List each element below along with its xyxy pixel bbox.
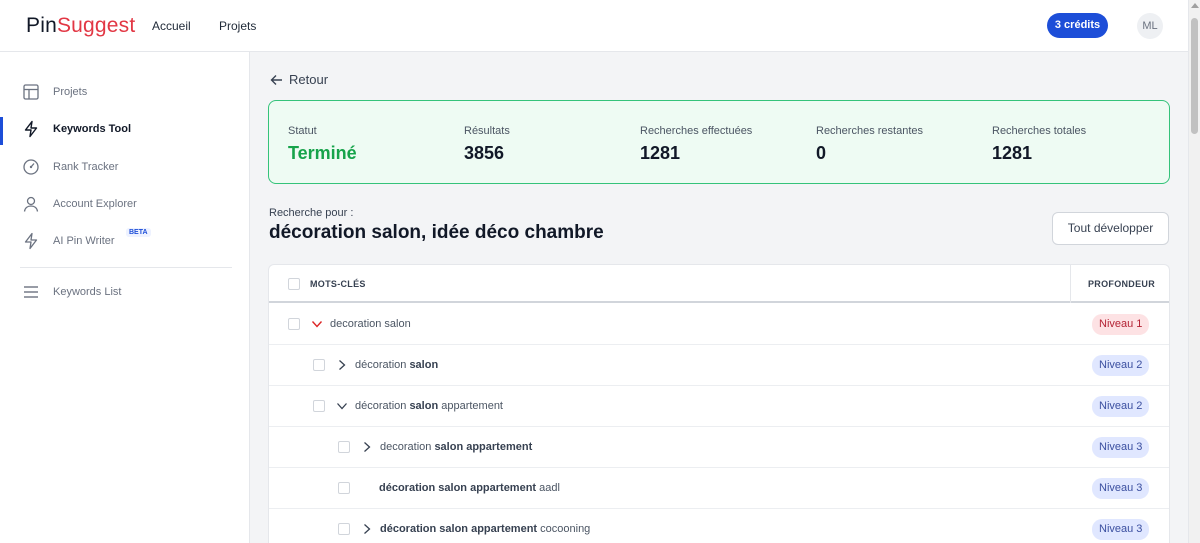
table-row[interactable]: décoration salon appartement Niveau 2 (269, 386, 1169, 427)
stat-label: Recherches effectuées (640, 125, 753, 137)
nav-projects-link[interactable]: Projets (219, 19, 256, 33)
searches-done-value: 1281 (640, 143, 681, 163)
page-scrollbar[interactable] (1188, 0, 1200, 543)
sidebar-divider (20, 267, 232, 268)
chevron-right-icon[interactable] (336, 359, 348, 371)
chevron-down-icon[interactable] (336, 400, 348, 412)
depth-badge: Niveau 1 (1092, 314, 1150, 335)
keyword-text: decoration salon (330, 318, 411, 330)
avatar[interactable]: ML (1137, 13, 1163, 39)
row-checkbox[interactable] (288, 318, 300, 330)
keyword-text: decoration salon appartement (380, 441, 533, 453)
stat-label: Recherches totales (992, 125, 1087, 137)
nav-home-link[interactable]: Accueil (152, 19, 191, 33)
bolt-icon (24, 232, 38, 250)
sidebar-item-label: AI Pin Writer (53, 235, 115, 247)
sidebar-item-ai-pin-writer[interactable]: AI Pin Writer BETA (0, 224, 250, 260)
stat-searches-done: Recherches effectuées 1281 (640, 125, 752, 164)
table-row[interactable]: décoration salon Niveau 2 (269, 345, 1169, 386)
row-checkbox[interactable] (313, 359, 325, 371)
keyword-text: décoration salon appartement cocooning (380, 523, 591, 535)
sidebar-item-keywords-tool[interactable]: Keywords Tool (0, 112, 250, 148)
search-for-label: Recherche pour : (269, 207, 354, 219)
row-checkbox[interactable] (313, 400, 325, 412)
column-divider (1070, 265, 1071, 303)
expand-all-button[interactable]: Tout développer (1052, 212, 1169, 245)
sidebar-item-label: Rank Tracker (53, 161, 119, 173)
keyword-text: décoration salon appartement (355, 400, 503, 412)
depth-badge: Niveau 3 (1092, 519, 1150, 540)
scrollbar-thumb[interactable] (1191, 18, 1198, 134)
depth-badge: Niveau 3 (1092, 437, 1150, 458)
column-header-depth[interactable]: PROFONDEUR (1088, 279, 1155, 289)
stat-searches-total: Recherches totales 1281 (992, 125, 1086, 164)
gauge-icon (23, 159, 39, 175)
depth-badge: Niveau 2 (1092, 355, 1150, 376)
row-checkbox[interactable] (338, 523, 350, 535)
keyword-text: décoration salon (355, 359, 439, 371)
arrow-left-icon (270, 75, 282, 85)
stat-label: Recherches restantes (816, 125, 923, 137)
back-label: Retour (289, 72, 329, 87)
stat-label: Statut (288, 125, 317, 137)
depth-badge: Niveau 3 (1092, 478, 1150, 499)
stats-card: Statut Terminé Résultats 3856 Recherches… (268, 100, 1170, 184)
column-header-keywords[interactable]: MOTS-CLÉS (310, 279, 366, 289)
table-row[interactable]: décoration salon appartement cocooning N… (269, 509, 1169, 543)
user-icon (23, 196, 39, 212)
results-value: 3856 (464, 143, 505, 163)
stat-status: Statut Terminé (288, 125, 357, 164)
table-row[interactable]: decoration salon appartement Niveau 3 (269, 427, 1169, 468)
table-row[interactable]: decoration salon Niveau 1 (269, 304, 1169, 345)
back-link[interactable]: Retour (270, 72, 328, 87)
layout-icon (23, 84, 39, 100)
search-query-title: décoration salon, idée déco chambre (269, 222, 604, 243)
sidebar-item-account-explorer[interactable]: Account Explorer (0, 187, 250, 223)
chevron-right-icon[interactable] (361, 523, 373, 535)
sidebar-item-label: Keywords List (53, 286, 122, 298)
searches-total-value: 1281 (992, 143, 1033, 163)
table-header: MOTS-CLÉS PROFONDEUR (269, 265, 1169, 303)
logo[interactable]: PinSuggest (26, 14, 135, 38)
menu-icon (24, 286, 38, 298)
keyword-text: décoration salon appartement aadl (379, 482, 560, 494)
row-checkbox[interactable] (338, 482, 350, 494)
select-all-checkbox[interactable] (288, 278, 300, 290)
row-checkbox[interactable] (338, 441, 350, 453)
chevron-down-icon[interactable] (311, 318, 323, 330)
beta-badge: BETA (126, 228, 151, 237)
sidebar-item-label: Keywords Tool (53, 123, 132, 135)
credits-button[interactable]: 3 crédits (1047, 13, 1108, 38)
searches-remaining-value: 0 (816, 143, 827, 163)
top-bar: PinSuggest Accueil Projets 3 crédits ML (0, 0, 1188, 52)
chevron-right-icon[interactable] (361, 441, 373, 453)
table-row[interactable]: décoration salon appartement aadl Niveau… (269, 468, 1169, 509)
sidebar: Projets Keywords Tool Rank Tracker Accou… (0, 52, 250, 543)
sidebar-item-rank-tracker[interactable]: Rank Tracker (0, 150, 250, 186)
bolt-icon (24, 120, 38, 138)
status-value: Terminé (288, 143, 357, 163)
stat-results: Résultats 3856 (464, 125, 510, 164)
sidebar-item-label: Projets (53, 86, 88, 98)
keywords-table: MOTS-CLÉS PROFONDEUR decoration salon Ni… (268, 264, 1170, 543)
stat-label: Résultats (464, 125, 510, 137)
sidebar-item-label: Account Explorer (53, 198, 137, 210)
depth-badge: Niveau 2 (1092, 396, 1150, 417)
sidebar-item-keywords-list[interactable]: Keywords List (0, 275, 250, 311)
scroll-up-icon[interactable] (1191, 3, 1199, 8)
sidebar-item-projets[interactable]: Projets (0, 75, 250, 111)
stat-searches-remaining: Recherches restantes 0 (816, 125, 923, 164)
